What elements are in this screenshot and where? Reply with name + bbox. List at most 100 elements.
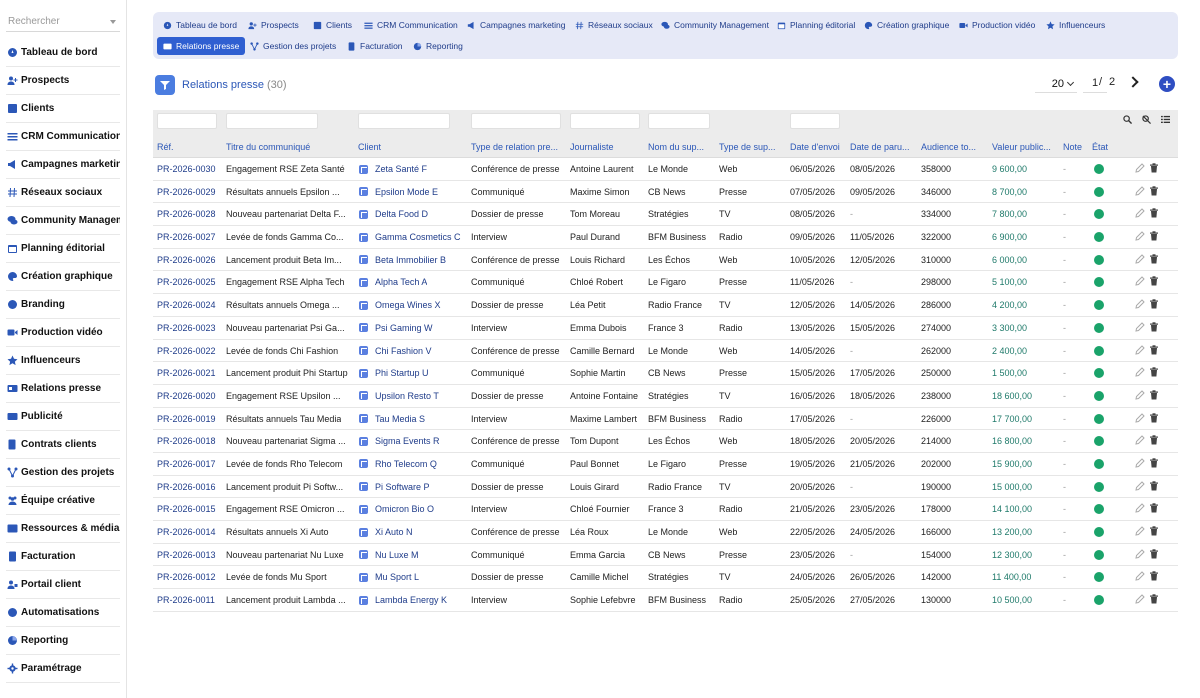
delete-icon[interactable] bbox=[1149, 299, 1159, 309]
delete-icon[interactable] bbox=[1149, 163, 1159, 173]
edit-icon[interactable] bbox=[1135, 208, 1145, 219]
table-row[interactable]: PR-2026-0028 Nouveau partenariat Delta F.… bbox=[153, 203, 1178, 227]
delete-icon[interactable] bbox=[1149, 276, 1159, 286]
tab-comments[interactable]: Community Management bbox=[655, 16, 775, 34]
page-size-select[interactable]: 20 bbox=[1035, 75, 1077, 93]
column-filter-input[interactable] bbox=[648, 113, 710, 129]
tab-invoice[interactable]: Facturation bbox=[341, 37, 409, 55]
reference-link[interactable]: PR-2026-0022 bbox=[157, 346, 216, 356]
client-link[interactable]: Pi Software P bbox=[359, 482, 430, 492]
client-link[interactable]: Omega Wines X bbox=[359, 300, 441, 310]
column-filter-input[interactable] bbox=[157, 113, 217, 129]
delete-icon[interactable] bbox=[1149, 254, 1159, 264]
sidebar-item-user-plus[interactable]: Prospects bbox=[6, 67, 120, 95]
edit-icon[interactable] bbox=[1135, 231, 1145, 241]
tab-dashboard[interactable]: Tableau de bord bbox=[157, 16, 243, 34]
client-link[interactable]: Alpha Tech A bbox=[359, 277, 427, 287]
table-row[interactable]: PR-2026-0015 Engagement RSE Omicron ... Om… bbox=[153, 498, 1178, 521]
search-icon[interactable] bbox=[1123, 115, 1132, 124]
reference-link[interactable]: PR-2026-0028 bbox=[157, 209, 216, 219]
column-header[interactable]: Valeur public... bbox=[992, 142, 1051, 152]
sidebar-item-hashtag[interactable]: Réseaux sociaux bbox=[6, 179, 120, 207]
column-filter-input[interactable] bbox=[570, 113, 640, 129]
sidebar-item-branding[interactable]: Branding bbox=[6, 291, 120, 319]
table-row[interactable]: PR-2026-0012 Levée de fonds Mu Sport Mu Sp… bbox=[153, 566, 1178, 590]
edit-icon[interactable] bbox=[1135, 503, 1145, 513]
delete-icon[interactable] bbox=[1149, 480, 1159, 491]
client-link[interactable]: Delta Food D bbox=[359, 209, 428, 219]
sidebar-item-calendar[interactable]: Planning éditorial bbox=[6, 235, 120, 263]
reference-link[interactable]: PR-2026-0023 bbox=[157, 323, 216, 333]
tab-clients[interactable]: Clients bbox=[307, 16, 358, 34]
table-row[interactable]: PR-2026-0030 Engagement RSE Zeta Santé Zet… bbox=[153, 158, 1178, 181]
sidebar-item-invoice[interactable]: Facturation bbox=[6, 543, 120, 571]
edit-icon[interactable] bbox=[1135, 458, 1145, 468]
delete-icon[interactable] bbox=[1149, 231, 1159, 241]
edit-icon[interactable] bbox=[1135, 163, 1145, 173]
table-row[interactable]: PR-2026-0011 Lancement produit Lambda ...… bbox=[153, 589, 1178, 612]
sidebar-item-automation[interactable]: Automatisations bbox=[6, 599, 120, 627]
column-header[interactable]: Date de paru... bbox=[850, 142, 910, 152]
edit-icon[interactable] bbox=[1135, 571, 1145, 582]
sidebar-item-ad[interactable]: Publicité bbox=[6, 403, 120, 431]
delete-icon[interactable] bbox=[1149, 435, 1159, 445]
delete-icon[interactable] bbox=[1149, 390, 1159, 400]
reference-link[interactable]: PR-2026-0030 bbox=[157, 164, 216, 174]
client-link[interactable]: Nu Luxe M bbox=[359, 550, 419, 560]
table-row[interactable]: PR-2026-0020 Engagement RSE Upsilon ... Up… bbox=[153, 385, 1178, 408]
column-header[interactable]: État bbox=[1092, 142, 1108, 152]
tab-hashtag[interactable]: Réseaux sociaux bbox=[569, 16, 659, 34]
column-filter-input[interactable] bbox=[471, 113, 561, 129]
tab-video[interactable]: Production vidéo bbox=[953, 16, 1041, 34]
reference-link[interactable]: PR-2026-0014 bbox=[157, 527, 216, 537]
delete-icon[interactable] bbox=[1149, 412, 1159, 423]
reference-link[interactable]: PR-2026-0015 bbox=[157, 504, 216, 514]
client-link[interactable]: Rho Telecom Q bbox=[359, 459, 437, 469]
search-select[interactable]: Rechercher bbox=[6, 12, 120, 32]
tab-star[interactable]: Influenceurs bbox=[1040, 16, 1111, 34]
column-filter-input[interactable] bbox=[790, 113, 840, 129]
edit-icon[interactable] bbox=[1135, 526, 1145, 536]
sidebar-item-portal[interactable]: Portail client bbox=[6, 571, 120, 599]
table-row[interactable]: PR-2026-0029 Résultats annuels Epsilon ..… bbox=[153, 181, 1178, 204]
delete-icon[interactable] bbox=[1149, 503, 1159, 513]
table-row[interactable]: PR-2026-0017 Levée de fonds Rho Telecom Rh… bbox=[153, 453, 1178, 476]
reference-link[interactable]: PR-2026-0027 bbox=[157, 232, 216, 242]
sidebar-item-contract[interactable]: Contrats clients bbox=[6, 431, 120, 459]
client-link[interactable]: Tau Media S bbox=[359, 414, 425, 424]
table-row[interactable]: PR-2026-0026 Lancement produit Beta Im...… bbox=[153, 249, 1178, 272]
reference-link[interactable]: PR-2026-0013 bbox=[157, 550, 216, 560]
delete-icon[interactable] bbox=[1149, 185, 1159, 196]
tab-user-plus[interactable]: Prospects bbox=[242, 16, 305, 34]
edit-icon[interactable] bbox=[1135, 594, 1145, 604]
client-link[interactable]: Chi Fashion V bbox=[359, 346, 432, 356]
reference-link[interactable]: PR-2026-0020 bbox=[157, 391, 216, 401]
edit-icon[interactable] bbox=[1135, 322, 1145, 332]
table-row[interactable]: PR-2026-0025 Engagement RSE Alpha Tech Alp… bbox=[153, 271, 1178, 295]
client-link[interactable]: Epsilon Mode E bbox=[359, 187, 438, 197]
column-header[interactable]: Réf. bbox=[157, 142, 174, 152]
table-row[interactable]: PR-2026-0018 Nouveau partenariat Sigma ..… bbox=[153, 430, 1178, 453]
table-row[interactable]: PR-2026-0016 Lancement produit Pi Softw..… bbox=[153, 476, 1178, 499]
add-record-button[interactable]: + bbox=[1159, 76, 1175, 92]
next-page-icon[interactable] bbox=[1127, 76, 1139, 88]
client-link[interactable]: Phi Startup U bbox=[359, 368, 429, 378]
delete-icon[interactable] bbox=[1149, 548, 1159, 559]
sidebar-item-palette[interactable]: Création graphique bbox=[6, 263, 120, 291]
client-link[interactable]: Beta Immobilier B bbox=[359, 255, 446, 265]
reference-link[interactable]: PR-2026-0021 bbox=[157, 368, 216, 378]
column-header[interactable]: Date d'envoi bbox=[790, 142, 840, 152]
sidebar-item-project[interactable]: Gestion des projets bbox=[6, 459, 120, 487]
sidebar-item-crm[interactable]: CRM Communication bbox=[6, 123, 120, 151]
columns-list-icon[interactable] bbox=[1161, 115, 1170, 124]
client-link[interactable]: Gamma Cosmetics C bbox=[359, 232, 461, 242]
client-link[interactable]: Psi Gaming W bbox=[359, 323, 433, 333]
client-link[interactable]: Sigma Events R bbox=[359, 436, 440, 446]
table-row[interactable]: PR-2026-0022 Levée de fonds Chi Fashion Ch… bbox=[153, 340, 1178, 363]
sidebar-item-team[interactable]: Équipe créative bbox=[6, 487, 120, 515]
tab-project[interactable]: Gestion des projets bbox=[244, 37, 342, 55]
delete-icon[interactable] bbox=[1149, 344, 1159, 355]
edit-icon[interactable] bbox=[1135, 367, 1145, 377]
table-row[interactable]: PR-2026-0021 Lancement produit Phi Startu… bbox=[153, 362, 1178, 385]
reference-link[interactable]: PR-2026-0026 bbox=[157, 255, 216, 265]
